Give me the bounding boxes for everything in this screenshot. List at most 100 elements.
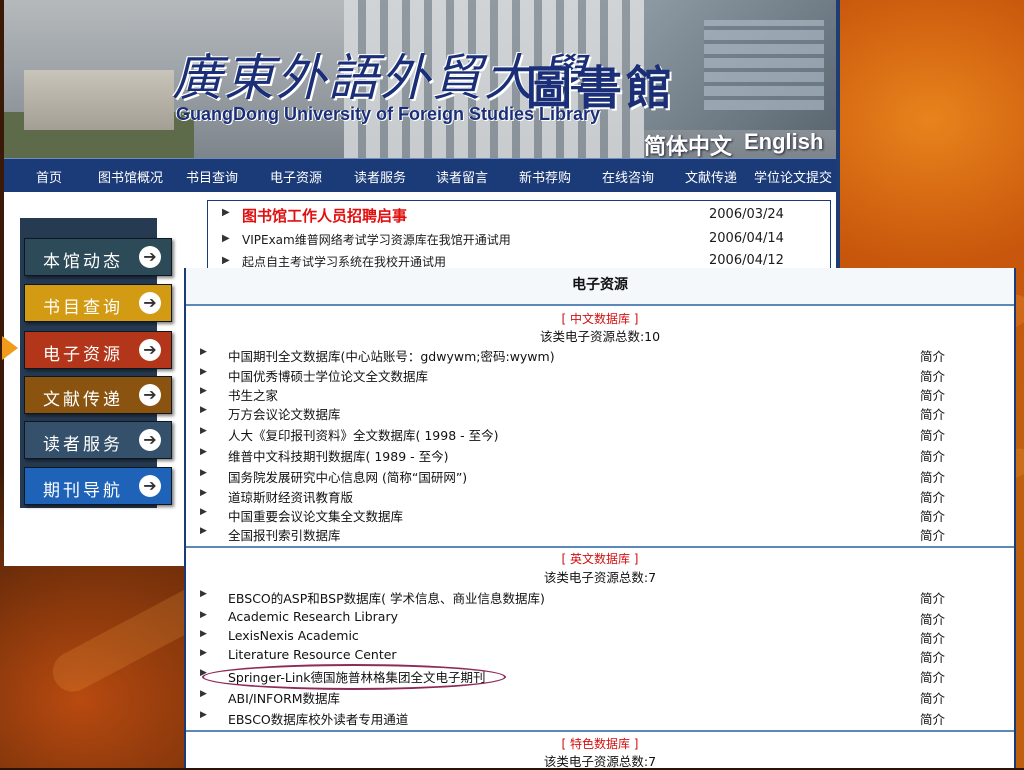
bullet-icon: ▶: [200, 405, 207, 415]
nav-reader-services[interactable]: 读者服务: [354, 167, 406, 186]
database-link[interactable]: 人大《复印报刊资料》全文数据库( 1998 - 至今): [228, 425, 499, 444]
nav-reader-messages[interactable]: 读者留言: [436, 167, 488, 186]
bullet-icon: ▶: [200, 648, 207, 658]
nav-online-consult[interactable]: 在线咨询: [602, 167, 654, 186]
bullet-icon: ▶: [222, 233, 230, 244]
lang-english-link[interactable]: English: [744, 129, 823, 155]
intro-link[interactable]: 简介: [920, 366, 945, 385]
side-menu-news-button[interactable]: 本馆动态 ➔: [24, 238, 172, 276]
intro-link[interactable]: 简介: [920, 506, 945, 525]
database-link[interactable]: 中国期刊全文数据库(中心站账号：gdwywm;密码:wywm): [228, 346, 555, 365]
bullet-icon: ▶: [200, 629, 207, 639]
news-item: ▶ 图书馆工作人员招聘启事 2006/03/24: [222, 205, 822, 225]
intro-link[interactable]: 简介: [920, 404, 945, 423]
pointer-arrow-icon: [2, 336, 18, 360]
database-link[interactable]: EBSCO的ASP和BSP数据库( 学术信息、商业信息数据库): [228, 588, 545, 607]
bullet-icon: ▶: [200, 468, 207, 478]
database-link[interactable]: 国务院发展研究中心信息网 (简称“国研网”): [228, 467, 467, 486]
database-row: ▶ EBSCO的ASP和BSP数据库( 学术信息、商业信息数据库) 简介: [186, 588, 1014, 607]
e-resources-title: 电子资源: [186, 268, 1014, 306]
nav-thesis-submit[interactable]: 学位论文提交: [754, 167, 832, 186]
category-heading: [ 中文数据库 ]: [561, 312, 639, 326]
database-link-springer[interactable]: Springer-Link德国施普林格集团全文电子期刊: [228, 667, 485, 686]
database-link[interactable]: 维普中文科技期刊数据库( 1989 - 至今): [228, 446, 449, 465]
bullet-icon: ▶: [200, 367, 207, 377]
database-link[interactable]: 书生之家: [228, 385, 278, 404]
side-menu-label: 书目查询: [43, 298, 123, 318]
nav-home[interactable]: 首页: [36, 167, 62, 186]
bullet-icon: ▶: [222, 255, 230, 266]
database-link[interactable]: 道琼斯财经资讯教育版: [228, 487, 353, 506]
side-menu-doc-delivery-button[interactable]: 文献传递 ➔: [24, 376, 172, 414]
intro-link[interactable]: 简介: [920, 709, 945, 728]
main-nav-bar: 首页 图书馆概况 书目查询 电子资源 读者服务 读者留言 新书荐购 在线咨询 文…: [4, 158, 836, 193]
bullet-icon: ▶: [200, 488, 207, 498]
library-name-en: GuangDong University of Foreign Studies …: [176, 104, 601, 124]
intro-link[interactable]: 简介: [920, 628, 945, 647]
side-menu-catalog-button[interactable]: 书目查询 ➔: [24, 284, 172, 322]
bullet-icon: ▶: [200, 347, 207, 357]
intro-link[interactable]: 简介: [920, 346, 945, 365]
database-row: ▶ 中国期刊全文数据库(中心站账号：gdwywm;密码:wywm) 简介: [186, 346, 1014, 365]
side-menu-journal-nav-button[interactable]: 期刊导航 ➔: [24, 467, 172, 505]
nav-e-resources[interactable]: 电子资源: [270, 167, 322, 186]
database-link[interactable]: ABI/INFORM数据库: [228, 688, 340, 707]
database-link[interactable]: 中国优秀博硕士学位论文全文数据库: [228, 366, 428, 385]
arrow-right-icon: ➔: [139, 384, 161, 406]
news-item: ▶ VIPExam维普网络考试学习资源库在我馆开通试用 2006/04/14: [222, 231, 822, 251]
category-heading: [ 英文数据库 ]: [561, 552, 639, 566]
database-row: ▶ 全国报刊索引数据库 简介: [186, 525, 1014, 544]
database-row: ▶ Literature Resource Center 简介: [186, 647, 1014, 666]
side-menu-e-resources-button[interactable]: 电子资源 ➔: [24, 331, 172, 369]
intro-link[interactable]: 简介: [920, 385, 945, 404]
intro-link[interactable]: 简介: [920, 525, 945, 544]
intro-link[interactable]: 简介: [920, 647, 945, 666]
database-link[interactable]: EBSCO数据库校外读者专用通道: [228, 709, 408, 728]
bullet-icon: ▶: [200, 589, 207, 599]
database-link[interactable]: 全国报刊索引数据库: [228, 525, 341, 544]
side-menu-label: 本馆动态: [43, 252, 123, 272]
database-row: ▶ 国务院发展研究中心信息网 (简称“国研网”) 简介: [186, 467, 1014, 486]
side-menu-label: 文献传递: [43, 390, 123, 410]
category-divider: [186, 546, 1014, 548]
side-menu-label: 电子资源: [43, 345, 123, 365]
side-menu-label: 读者服务: [43, 435, 123, 455]
nav-doc-delivery[interactable]: 文献传递: [685, 167, 737, 186]
database-row: ▶ Academic Research Library 简介: [186, 609, 1014, 628]
bullet-icon: ▶: [200, 610, 207, 620]
news-link[interactable]: VIPExam维普网络考试学习资源库在我馆开通试用: [242, 231, 511, 248]
intro-link[interactable]: 简介: [920, 667, 945, 686]
database-link[interactable]: 中国重要会议论文集全文数据库: [228, 506, 403, 525]
database-link[interactable]: LexisNexis Academic: [228, 628, 359, 643]
database-link[interactable]: Literature Resource Center: [228, 647, 397, 662]
bullet-icon: ▶: [200, 689, 207, 699]
intro-link[interactable]: 简介: [920, 588, 945, 607]
intro-link[interactable]: 简介: [920, 688, 945, 707]
nav-library-overview[interactable]: 图书馆概况: [98, 167, 163, 186]
lang-simplified-link[interactable]: 简体中文: [644, 129, 732, 158]
bullet-icon: ▶: [222, 207, 230, 218]
intro-link[interactable]: 简介: [920, 446, 945, 465]
category-count: 该类电子资源总数:7: [543, 754, 657, 769]
nav-book-recommend[interactable]: 新书荐购: [519, 167, 571, 186]
database-row: ▶ 维普中文科技期刊数据库( 1989 - 至今) 简介: [186, 446, 1014, 465]
category-count: 该类电子资源总数:7: [543, 570, 657, 585]
side-menu-reader-services-button[interactable]: 读者服务 ➔: [24, 421, 172, 459]
arrow-right-icon: ➔: [139, 246, 161, 268]
arrow-right-icon: ➔: [139, 429, 161, 451]
database-link[interactable]: 万方会议论文数据库: [228, 404, 341, 423]
news-link[interactable]: 图书馆工作人员招聘启事: [242, 205, 407, 226]
intro-link[interactable]: 简介: [920, 487, 945, 506]
library-banner: 廣東外語外貿大學 圖書館 GuangDong University of For…: [4, 0, 836, 158]
database-row: ▶ 书生之家 简介: [186, 385, 1014, 404]
intro-link[interactable]: 简介: [920, 609, 945, 628]
intro-link[interactable]: 简介: [920, 425, 945, 444]
building-image: [24, 70, 174, 130]
news-date: 2006/03/24: [709, 207, 784, 222]
nav-catalog-search[interactable]: 书目查询: [186, 167, 238, 186]
database-row: ▶ 中国重要会议论文集全文数据库 简介: [186, 506, 1014, 525]
intro-link[interactable]: 简介: [920, 467, 945, 486]
bullet-icon: ▶: [200, 526, 207, 536]
database-link[interactable]: Academic Research Library: [228, 609, 398, 624]
e-resources-panel: 电子资源 [ 中文数据库 ] 该类电子资源总数:10 ▶ 中国期刊全文数据库(中…: [184, 268, 1016, 769]
